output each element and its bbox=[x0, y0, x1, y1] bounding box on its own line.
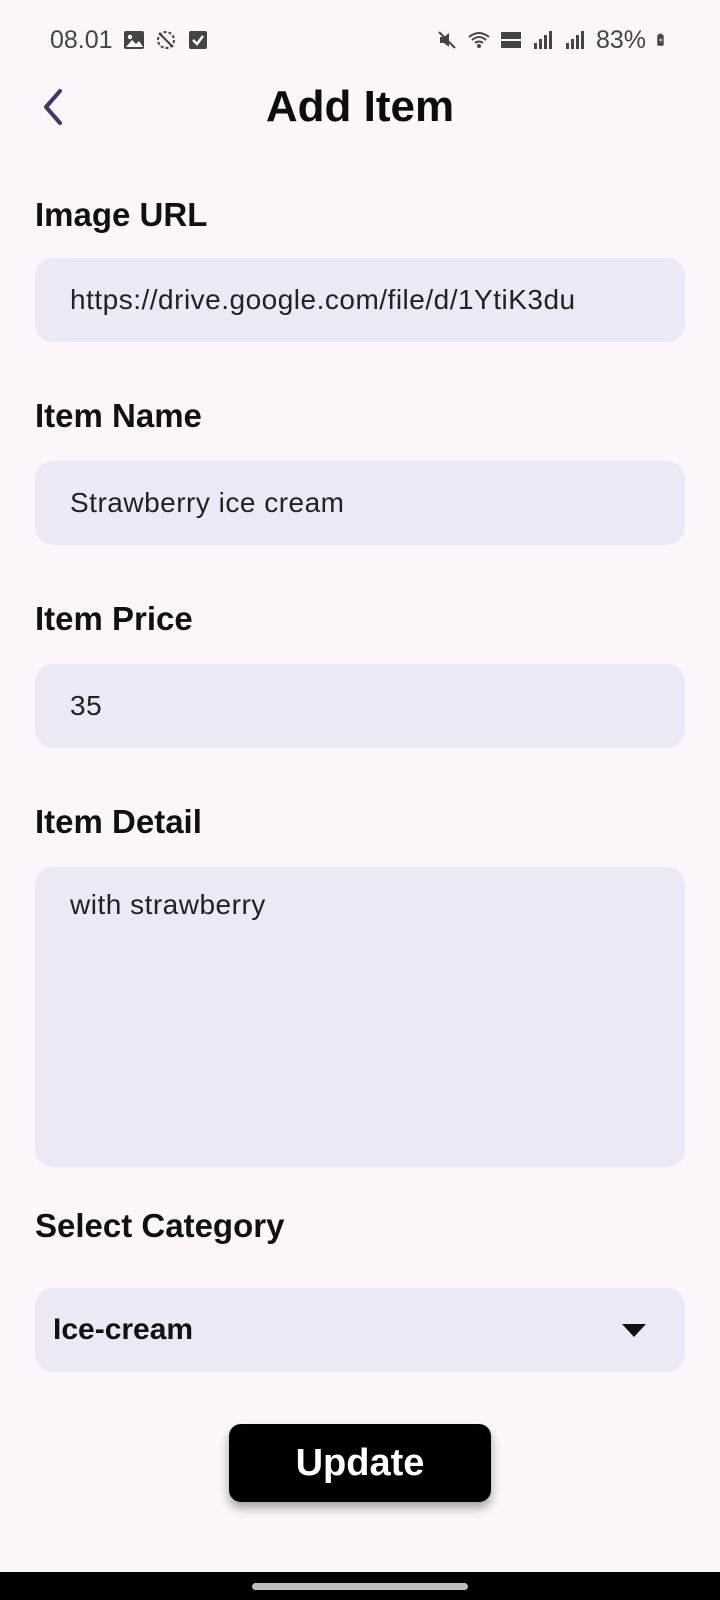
mute-icon bbox=[438, 31, 456, 49]
item-detail-label: Item Detail bbox=[35, 803, 202, 840]
dropdown-arrow-icon bbox=[622, 1324, 646, 1337]
home-gesture-handle[interactable] bbox=[252, 1583, 468, 1590]
image-url-label: Image URL bbox=[35, 196, 208, 233]
update-button[interactable]: Update bbox=[229, 1424, 491, 1502]
status-right: 83% bbox=[436, 26, 670, 55]
item-price-input[interactable]: 35 bbox=[35, 664, 685, 748]
signal-strength-icon-1 bbox=[533, 31, 552, 49]
item-detail-textarea[interactable]: with strawberry bbox=[35, 867, 685, 1167]
category-select[interactable]: Ice-cream bbox=[35, 1288, 685, 1372]
battery-charging-icon bbox=[657, 33, 664, 46]
app-header: Add Item bbox=[0, 72, 720, 142]
page-title: Add Item bbox=[265, 82, 455, 131]
item-name-input[interactable]: Strawberry ice cream bbox=[35, 461, 685, 545]
volte-icon bbox=[500, 32, 521, 48]
status-left: 08.01 bbox=[50, 26, 209, 55]
system-nav-bar bbox=[0, 1572, 720, 1600]
status-time: 08.01 bbox=[50, 25, 113, 54]
battery-percentage: 83% bbox=[595, 25, 646, 54]
signal-strength-icon-2 bbox=[565, 31, 584, 49]
sync-off-notification-icon bbox=[156, 31, 175, 49]
gallery-notification-icon bbox=[123, 31, 144, 49]
image-url-input[interactable]: https://drive.google.com/file/d/1YtiK3du bbox=[35, 258, 685, 342]
wifi-icon bbox=[468, 32, 490, 48]
checkbox-notification-icon bbox=[188, 31, 207, 49]
select-category-label: Select Category bbox=[35, 1207, 285, 1244]
item-name-label: Item Name bbox=[35, 397, 202, 434]
category-selected-value: Ice-cream bbox=[53, 1313, 194, 1346]
item-price-label: Item Price bbox=[35, 600, 193, 637]
status-bar: 08.01 83% bbox=[0, 0, 720, 80]
